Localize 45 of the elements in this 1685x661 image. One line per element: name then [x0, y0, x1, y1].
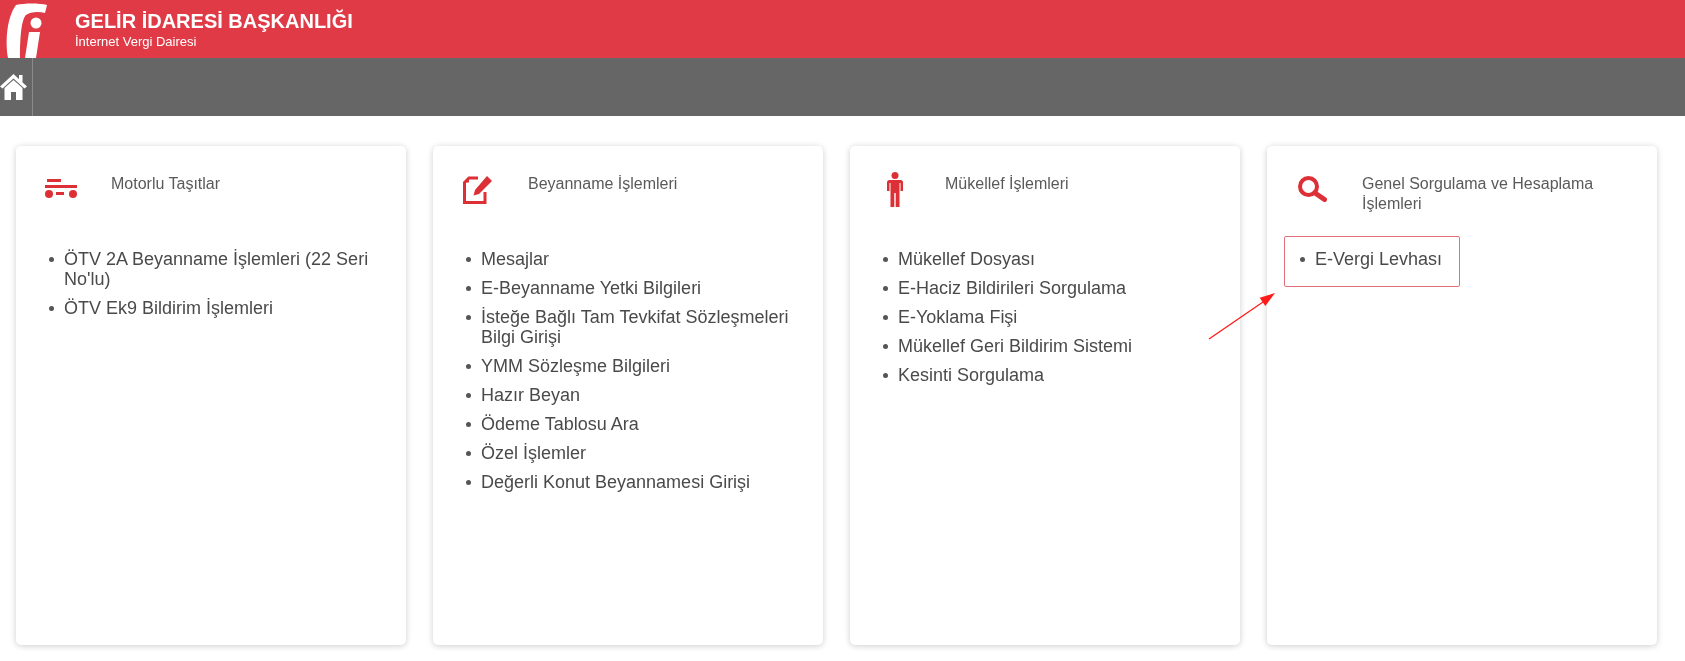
bullet-icon	[49, 305, 54, 311]
bullet-icon	[883, 343, 888, 349]
bullet-icon	[49, 256, 54, 262]
site-title: GELİR İDARESİ BAŞKANLIĞI	[75, 9, 353, 33]
menu-link[interactable]: Mükellef Dosyası	[898, 249, 1036, 269]
menu-link[interactable]: E-Beyanname Yetki Bilgileri	[481, 278, 702, 298]
bullet-icon	[466, 479, 471, 485]
menu-link[interactable]: ÖTV Ek9 Bildirim İşlemleri	[64, 298, 274, 318]
person-icon	[887, 171, 903, 207]
logo-icon	[5, 3, 47, 58]
menu-link[interactable]: Kesinti Sorgulama	[898, 365, 1045, 385]
card-title: Mükellef İşlemleri	[945, 174, 1070, 194]
bullet-icon	[883, 285, 888, 291]
pencil-square-icon	[463, 174, 493, 204]
menu-link[interactable]: Değerli Konut Beyannamesi Girişi	[481, 472, 751, 492]
bullet-icon	[1300, 256, 1305, 262]
bullet-icon	[883, 256, 888, 262]
search-icon	[1297, 176, 1327, 202]
menu-link[interactable]: E-Vergi Levhası	[1315, 249, 1443, 269]
menu-link[interactable]: E-Haciz Bildirileri Sorgulama	[898, 278, 1127, 298]
bullet-icon	[883, 314, 888, 320]
bullet-icon	[883, 372, 888, 378]
card-title: Motorlu Taşıtlar	[111, 174, 222, 194]
card-title: Genel Sorgulama ve Hesaplama İşlemleri	[1362, 174, 1595, 214]
menu-link[interactable]: Özel İşlemler	[481, 443, 587, 463]
bullet-icon	[466, 450, 471, 456]
bullet-icon	[466, 363, 471, 369]
site-subtitle: İnternet Vergi Dairesi	[75, 34, 198, 50]
bullet-icon	[466, 392, 471, 398]
bullet-icon	[466, 421, 471, 427]
home-button[interactable]	[0, 58, 33, 116]
bullet-icon	[466, 314, 471, 320]
home-icon	[0, 74, 27, 100]
menu-link[interactable]: Mesajlar	[481, 249, 550, 269]
bullet-icon	[466, 256, 471, 262]
card-title: Beyanname İşlemleri	[528, 174, 679, 194]
bullet-icon	[466, 285, 471, 291]
menu-link[interactable]: YMM Sözleşme Bilgileri	[481, 356, 671, 376]
menu-link[interactable]: Hazır Beyan	[481, 385, 581, 405]
menu-link[interactable]: Ödeme Tablosu Ara	[481, 414, 639, 434]
menu-link[interactable]: Mükellef Geri Bildirim Sistemi	[898, 336, 1133, 356]
vehicle-icon	[45, 179, 77, 199]
menu-link[interactable]: İsteğe Bağlı Tam Tevkifat Sözleşmeleri Bilgi Girişi	[481, 307, 811, 347]
menu-link[interactable]: ÖTV 2A Beyanname İşlemleri (22 Seri No'lu)	[64, 249, 394, 289]
menu-link[interactable]: E-Yoklama Fişi	[898, 307, 1018, 327]
